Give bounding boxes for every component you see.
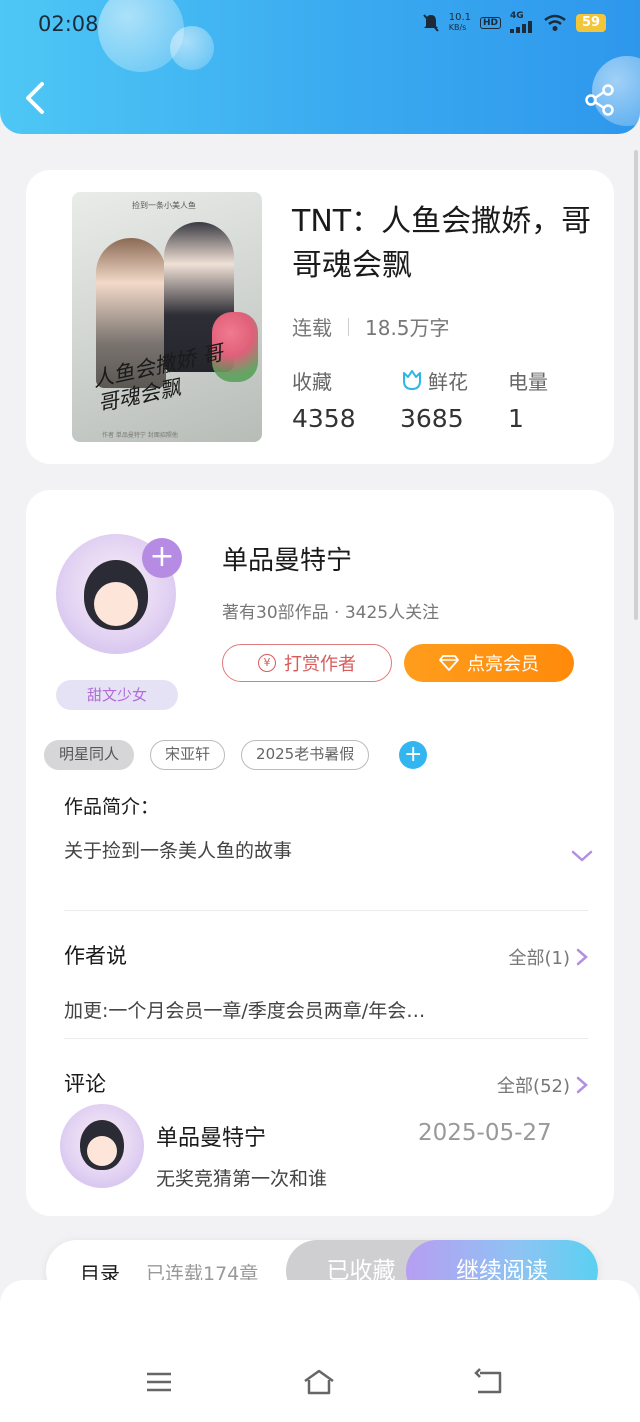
more-label: 全部(1) <box>508 948 571 969</box>
author-avatar-group: + 甜文少女 <box>52 514 188 710</box>
back-nav-icon[interactable] <box>474 1368 504 1396</box>
diamond-icon <box>439 655 459 671</box>
author-says-more-link[interactable]: 全部(1) <box>509 944 589 970</box>
net-speed: 10.1 KB/s <box>448 11 471 33</box>
share-button[interactable] <box>584 84 616 116</box>
book-meta: 连载 18.5万字 <box>292 312 450 341</box>
stat-value: 4358 <box>292 404 356 433</box>
meta-divider <box>348 317 349 336</box>
stat-value: 1 <box>508 404 524 433</box>
stat-label: 收藏 <box>292 369 332 394</box>
follow-author-button[interactable]: + <box>142 538 182 578</box>
author-says-text[interactable]: 加更:一个月会员一章/季度会员两章/年会… <box>64 996 494 1023</box>
clock: 02:08 <box>38 12 99 36</box>
book-title: TNT：人鱼会撒娇，哥哥魂会飘 <box>292 204 592 283</box>
home-icon[interactable] <box>302 1368 336 1396</box>
stat-value: 3685 <box>400 404 464 433</box>
tip-author-button[interactable]: ¥ 打赏作者 <box>222 644 392 682</box>
book-info-card: 捡到一条小美人鱼 人鱼会撒娇 哥哥魂会飘 作者 单品曼特宁 封面招照他 TNT：… <box>26 170 614 464</box>
signal-icon <box>510 21 532 33</box>
tag-chip[interactable]: 2025老书暑假 <box>241 740 370 770</box>
net-speed-unit: KB/s <box>448 22 467 32</box>
yen-coin-icon: ¥ <box>258 654 276 672</box>
flower-icon <box>403 370 421 390</box>
network-type: 4G <box>510 11 524 21</box>
status-icons: 10.1 KB/s HD 4G 59 <box>422 12 606 33</box>
hd-badge: HD <box>479 16 501 29</box>
comments-heading: 评论 <box>64 1072 106 1096</box>
cover-footer: 作者 单品曼特宁 封面招照他 <box>102 432 178 439</box>
divider <box>64 910 588 911</box>
system-nav-bar <box>0 1280 640 1422</box>
stat-power: 电量 1 <box>508 366 616 434</box>
book-stats: 收藏 4358 鲜花 3685 电量 1 <box>292 366 616 434</box>
tag-chip[interactable]: 宋亚轩 <box>150 740 226 770</box>
back-button[interactable] <box>20 80 52 116</box>
author-badge: 甜文少女 <box>56 680 178 710</box>
chevron-right-icon <box>576 948 588 966</box>
stat-flowers[interactable]: 鲜花 3685 <box>400 366 508 434</box>
tag-list: 明星同人 宋亚轩 2025老书暑假 + <box>44 740 428 770</box>
chevron-down-icon[interactable] <box>570 848 594 864</box>
word-count: 18.5万字 <box>365 316 450 340</box>
vip-label: 点亮会员 <box>467 654 539 675</box>
app-header: 02:08 10.1 KB/s HD 4G 59 <box>0 0 640 134</box>
stat-favorites: 收藏 4358 <box>292 366 400 434</box>
avatar-face <box>94 582 138 626</box>
cover-top-text: 捡到一条小美人鱼 <box>132 201 196 210</box>
comment-text[interactable]: 无奖竞猜第一次和谁 <box>156 1164 327 1191</box>
comments-more-link[interactable]: 全部(52) <box>497 1072 588 1098</box>
wifi-icon <box>544 14 566 31</box>
stat-label-row: 鲜花 <box>400 366 508 394</box>
avatar-face <box>87 1136 117 1166</box>
commenter-avatar[interactable] <box>60 1104 144 1188</box>
mute-bell-icon <box>422 13 439 32</box>
battery-indicator: 59 <box>576 13 606 32</box>
vip-button[interactable]: 点亮会员 <box>404 644 574 682</box>
commenter-name[interactable]: 单品曼特宁 <box>156 1120 266 1152</box>
tag-chip[interactable]: 明星同人 <box>44 740 135 770</box>
status-bar: 02:08 10.1 KB/s HD 4G 59 <box>0 0 640 52</box>
author-says-heading: 作者说 <box>64 944 127 968</box>
divider <box>64 1038 588 1039</box>
more-label: 全部(52) <box>497 1076 570 1097</box>
intro-text: 关于捡到一条美人鱼的故事 <box>64 840 293 862</box>
stat-label: 电量 <box>508 369 548 394</box>
stat-label: 鲜花 <box>428 369 468 394</box>
book-cover[interactable]: 捡到一条小美人鱼 人鱼会撒娇 哥哥魂会飘 作者 单品曼特宁 封面招照他 <box>72 192 262 442</box>
tip-label: 打赏作者 <box>284 654 356 675</box>
menu-icon[interactable] <box>144 1368 174 1396</box>
book-detail-card: + 甜文少女 单品曼特宁 著有30部作品 · 3425人关注 ¥ 打赏作者 点亮… <box>26 490 614 1216</box>
net-speed-value: 10.1 <box>448 11 471 23</box>
chevron-right-icon <box>576 1076 588 1094</box>
signal-group: 4G <box>510 12 534 33</box>
serial-status: 连载 <box>292 316 332 340</box>
add-tag-button[interactable]: + <box>399 741 428 769</box>
scrollbar[interactable] <box>634 150 638 620</box>
author-name[interactable]: 单品曼特宁 <box>222 540 352 577</box>
comment-date: 2025-05-27 <box>418 1120 552 1146</box>
author-stats: 著有30部作品 · 3425人关注 <box>222 603 440 623</box>
intro-heading: 作品简介： <box>64 796 160 818</box>
